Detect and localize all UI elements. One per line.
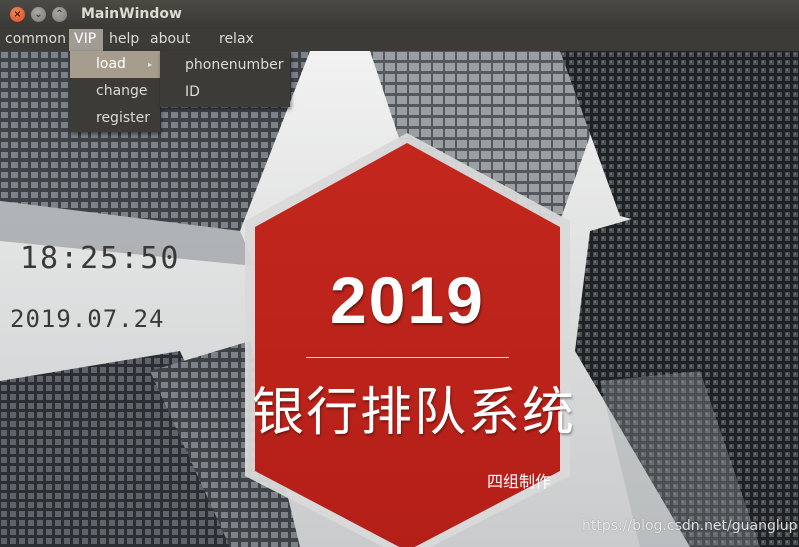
maximize-button[interactable]: ⌃	[52, 7, 67, 22]
window-title: MainWindow	[81, 6, 182, 22]
banner-year: 2019	[330, 263, 485, 337]
submenu-arrow-icon: ▸	[147, 60, 152, 69]
menu-item-change[interactable]: change	[70, 78, 160, 105]
menu-item-id[interactable]: ID	[160, 79, 290, 106]
menu-item-register[interactable]: register	[70, 105, 160, 132]
title-bar[interactable]: × ⌄ ⌃ MainWindow	[0, 0, 799, 30]
close-button[interactable]: ×	[10, 7, 25, 22]
minimize-button[interactable]: ⌄	[31, 7, 46, 22]
menu-bar: common VIP help about us relax	[0, 29, 799, 67]
menu-item-load[interactable]: load ▸	[70, 51, 160, 78]
menu-vip[interactable]: VIP	[69, 29, 103, 51]
main-window: × ⌄ ⌃ MainWindow common VIP help about u…	[0, 0, 799, 547]
banner-system-title: 银行排队系统	[252, 383, 577, 443]
menu-item-load-label: load	[96, 56, 126, 72]
current-date: 2019.07.24	[10, 305, 165, 333]
menu-common[interactable]: common	[0, 29, 68, 51]
load-submenu: phonenumber ID	[160, 51, 290, 107]
vip-dropdown-menu: load ▸ change register	[70, 51, 160, 132]
menu-help[interactable]: help	[104, 29, 144, 51]
clock-time: 18:25:50	[20, 241, 181, 276]
watermark-url: https://blog.csdn.net/guanglup	[582, 518, 798, 534]
banner-credit: 四组制作	[487, 472, 552, 491]
menu-about-us[interactable]: about us	[145, 29, 213, 67]
menu-item-phonenumber[interactable]: phonenumber	[160, 52, 290, 79]
menu-relax[interactable]: relax	[214, 29, 260, 51]
banner-divider	[306, 357, 509, 358]
